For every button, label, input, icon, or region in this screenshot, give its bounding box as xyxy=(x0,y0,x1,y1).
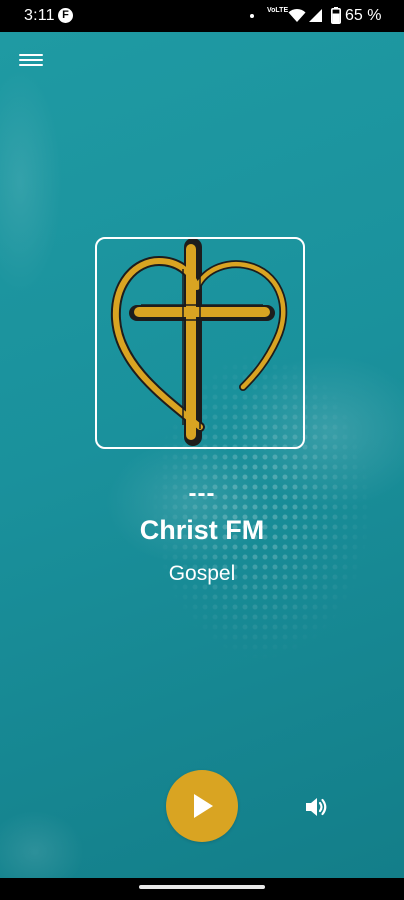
heart-cross-logo xyxy=(110,239,288,446)
station-name: Christ FM xyxy=(139,515,265,545)
player-screen: --- Christ FM Gospel xyxy=(0,32,404,878)
volte-label: VoLTE xyxy=(267,7,289,14)
play-icon xyxy=(194,794,213,818)
station-genre: Gospel xyxy=(168,562,236,585)
now-playing-track: --- xyxy=(188,480,216,507)
gesture-handle[interactable] xyxy=(139,885,265,889)
battery-icon xyxy=(331,7,341,24)
volume-icon[interactable] xyxy=(304,795,330,819)
play-button[interactable] xyxy=(166,770,238,842)
app-notification-icon: F xyxy=(58,8,73,23)
volte-icon: VoLTE xyxy=(267,7,288,15)
hamburger-menu-icon[interactable] xyxy=(19,51,43,71)
notification-dot-icon xyxy=(250,14,254,18)
status-bar: 3:11 F VoLTE 65 % xyxy=(0,0,404,32)
battery-percentage: 65 % xyxy=(345,7,382,24)
signal-icon xyxy=(309,9,322,22)
wifi-icon xyxy=(288,8,306,22)
station-artwork xyxy=(95,237,305,449)
status-time: 3:11 xyxy=(24,7,55,24)
system-nav-bar xyxy=(0,878,404,900)
